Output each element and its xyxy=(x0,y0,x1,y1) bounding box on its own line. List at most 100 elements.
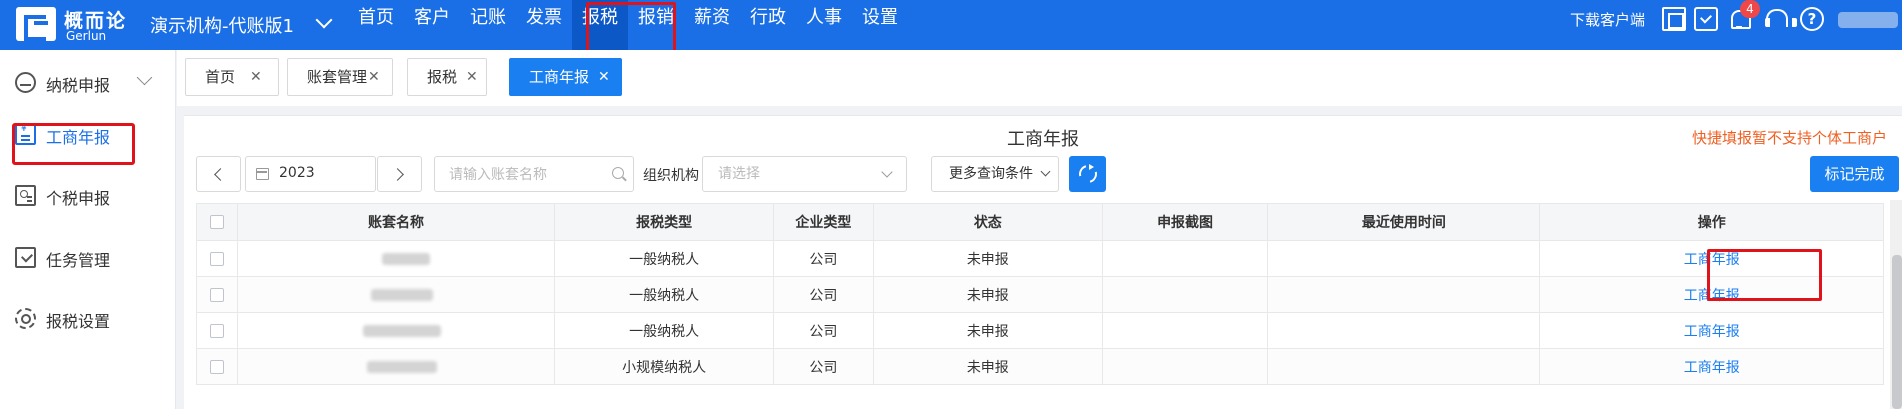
close-icon[interactable]: ✕ xyxy=(250,59,262,95)
table-row[interactable]: 一般纳税人 公司 未申报 工商年报 xyxy=(196,276,1884,313)
next-year-button[interactable] xyxy=(377,156,422,192)
last-used-cell xyxy=(1267,240,1541,277)
search-icon[interactable] xyxy=(612,167,624,179)
annual-report-action-link[interactable]: 工商年报 xyxy=(1684,360,1740,376)
column-header[interactable]: 申报截图 xyxy=(1101,203,1269,241)
sidebar: 纳税申报 工商年报 个税申报 任务管理 报税设置 xyxy=(0,50,176,409)
org-select-placeholder: 请选择 xyxy=(718,166,760,182)
account-set-search-input[interactable] xyxy=(434,156,634,192)
sidebar-item-tax-declaration[interactable]: 纳税申报 xyxy=(0,57,176,107)
more-filters-button[interactable]: 更多查询条件 xyxy=(931,156,1059,192)
tab-label: 报税 xyxy=(427,68,458,86)
nav-admin[interactable]: 行政 xyxy=(740,0,796,50)
nav-customers[interactable]: 客户 xyxy=(404,0,460,50)
select-all-cell[interactable] xyxy=(196,203,238,241)
user-name-redacted[interactable] xyxy=(1838,12,1898,28)
close-icon[interactable]: ✕ xyxy=(598,59,610,95)
row-checkbox[interactable] xyxy=(209,359,224,374)
tab-tax[interactable]: 报税 ✕ xyxy=(407,58,487,96)
year-value: 2023 xyxy=(279,165,315,181)
mark-complete-button[interactable]: 标记完成 xyxy=(1810,156,1899,192)
scan-icon[interactable] xyxy=(1662,7,1686,31)
org-name[interactable]: 演示机构-代账版1 xyxy=(150,12,294,38)
tab-label: 工商年报 xyxy=(529,68,590,86)
select-all-checkbox[interactable] xyxy=(209,215,224,229)
nav-payroll[interactable]: 薪资 xyxy=(684,0,740,50)
redacted-name xyxy=(363,324,442,337)
tab-annual-report[interactable]: 工商年报 ✕ xyxy=(509,58,622,96)
tax-type-cell: 一般纳税人 xyxy=(554,276,775,313)
tab-home[interactable]: 首页 ✕ xyxy=(185,58,279,96)
nav-hr[interactable]: 人事 xyxy=(796,0,852,50)
column-header[interactable]: 操作 xyxy=(1539,203,1884,241)
gear-icon xyxy=(15,308,36,329)
column-header[interactable]: 最近使用时间 xyxy=(1267,203,1541,241)
row-checkbox[interactable] xyxy=(209,251,224,266)
table-row[interactable]: 一般纳税人 公司 未申报 工商年报 xyxy=(196,312,1884,349)
tab-label: 账套管理 xyxy=(307,68,368,86)
close-icon[interactable]: ✕ xyxy=(466,59,478,95)
sidebar-item-task-management[interactable]: 任务管理 xyxy=(0,232,176,282)
sidebar-item-label: 纳税申报 xyxy=(46,76,111,95)
nav-invoice[interactable]: 发票 xyxy=(516,0,572,50)
page-title: 工商年报 xyxy=(1007,129,1079,150)
close-icon[interactable]: ✕ xyxy=(368,59,380,95)
chevron-down-icon xyxy=(1040,166,1051,177)
tax-type-cell: 小规模纳税人 xyxy=(554,348,775,385)
status-cell: 未申报 xyxy=(872,348,1103,385)
chevron-down-icon xyxy=(136,69,153,86)
report-table: 账套名称 报税类型 企业类型 状态 申报截图 最近使用时间 操作 一般纳税人 公… xyxy=(196,203,1884,385)
sidebar-item-personal-tax[interactable]: 个税申报 xyxy=(0,170,176,220)
account-name-cell xyxy=(236,312,556,349)
company-type-cell: 公司 xyxy=(773,348,874,385)
column-header[interactable]: 状态 xyxy=(872,203,1103,241)
sidebar-item-tax-settings[interactable]: 报税设置 xyxy=(0,293,176,343)
annotation-box-action xyxy=(1707,249,1822,301)
column-header[interactable]: 企业类型 xyxy=(773,203,874,241)
more-filters-label: 更多查询条件 xyxy=(949,166,1033,182)
status-cell: 未申报 xyxy=(872,240,1103,277)
company-type-cell: 公司 xyxy=(773,312,874,349)
annotation-box-nav xyxy=(586,2,676,54)
tab-account-sets[interactable]: 账套管理 ✕ xyxy=(287,58,393,96)
row-checkbox[interactable] xyxy=(209,323,224,338)
tab-bar: 首页 ✕ 账套管理 ✕ 报税 ✕ 工商年报 ✕ xyxy=(177,50,1902,106)
status-cell: 未申报 xyxy=(872,312,1103,349)
notification-badge: 4 xyxy=(1740,0,1760,18)
company-type-cell: 公司 xyxy=(773,276,874,313)
headset-icon[interactable] xyxy=(1764,7,1797,31)
redacted-name xyxy=(367,360,438,373)
account-name-cell xyxy=(236,240,556,277)
clipboard-check-icon[interactable] xyxy=(1694,7,1718,31)
nav-bookkeeping[interactable]: 记账 xyxy=(460,0,516,50)
annual-report-action-link[interactable]: 工商年报 xyxy=(1684,324,1740,340)
redacted-name xyxy=(382,252,431,265)
content-card: 工商年报 快捷填报暂不支持个体工商户 2023 组织机构 请选择 更多查询条件 … xyxy=(184,115,1902,409)
screenshot-cell xyxy=(1101,240,1269,277)
download-client-link[interactable]: 下载客户端 xyxy=(1570,9,1645,30)
tax-type-cell: 一般纳税人 xyxy=(554,240,775,277)
table-row[interactable]: 一般纳税人 公司 未申报 工商年报 xyxy=(196,240,1884,277)
scrollbar-thumb[interactable] xyxy=(1892,255,1902,409)
nav-settings[interactable]: 设置 xyxy=(852,0,908,50)
prev-year-button[interactable] xyxy=(196,156,241,192)
column-header[interactable]: 报税类型 xyxy=(554,203,775,241)
account-name-cell xyxy=(236,276,556,313)
org-select[interactable]: 请选择 xyxy=(702,156,907,192)
brand-logo[interactable]: 概而论 Gerlun xyxy=(12,4,140,46)
column-header[interactable]: 账套名称 xyxy=(236,203,556,241)
row-checkbox[interactable] xyxy=(209,287,224,302)
nav-home[interactable]: 首页 xyxy=(348,0,404,50)
screenshot-cell xyxy=(1101,312,1269,349)
last-used-cell xyxy=(1267,312,1541,349)
sidebar-item-label: 报税设置 xyxy=(46,312,111,331)
last-used-cell xyxy=(1267,276,1541,313)
personal-tax-icon xyxy=(15,185,36,206)
help-icon[interactable]: ? xyxy=(1800,7,1824,31)
top-bar: 概而论 Gerlun 演示机构-代账版1 首页 客户 记账 发票 报税 报销 薪… xyxy=(0,0,1902,54)
table-row[interactable]: 小规模纳税人 公司 未申报 工商年报 xyxy=(196,348,1884,385)
logo-icon xyxy=(16,7,56,41)
chevron-down-icon[interactable] xyxy=(312,10,338,36)
refresh-button[interactable] xyxy=(1069,156,1106,192)
year-picker[interactable]: 2023 xyxy=(245,156,376,192)
